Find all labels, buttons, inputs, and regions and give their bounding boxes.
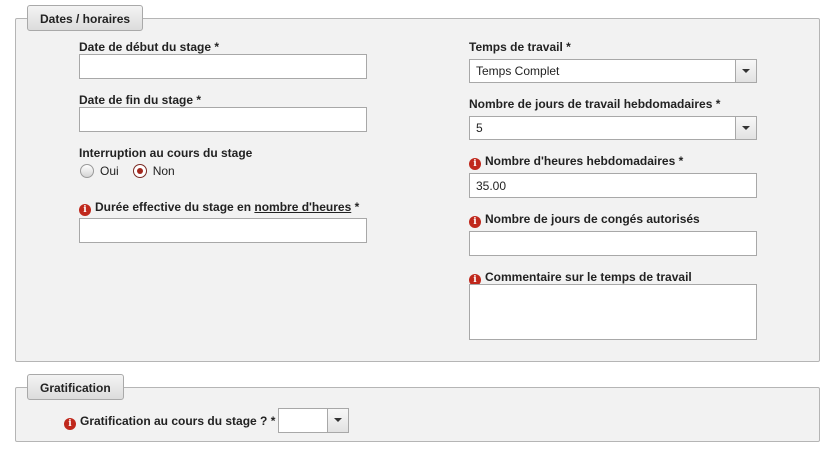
interruption-oui-radio[interactable] bbox=[80, 164, 94, 178]
work-time-dropdown-button[interactable] bbox=[735, 60, 756, 82]
start-date-label: Date de début du stage * bbox=[79, 40, 220, 54]
interruption-non-label[interactable]: Non bbox=[153, 164, 175, 178]
chevron-down-icon bbox=[334, 418, 342, 422]
duration-label-suffix: * bbox=[351, 200, 360, 214]
gratification-question-label-text: Gratification au cours du stage ? * bbox=[80, 414, 276, 428]
work-time-value: Temps Complet bbox=[476, 64, 560, 78]
duration-input[interactable] bbox=[79, 218, 367, 243]
gratification-dropdown-button[interactable] bbox=[327, 409, 348, 432]
weekly-hours-label-text: Nombre d'heures hebdomadaires * bbox=[485, 154, 684, 168]
start-date-input[interactable] bbox=[79, 54, 367, 79]
interruption-radio-group: Oui Non bbox=[80, 164, 189, 178]
weekly-days-value: 5 bbox=[476, 121, 483, 135]
chevron-down-icon bbox=[742, 126, 750, 130]
work-time-comment-textarea[interactable] bbox=[469, 284, 757, 340]
weekly-hours-label: i Nombre d'heures hebdomadaires * bbox=[469, 154, 683, 170]
info-circle-icon: i bbox=[469, 216, 481, 228]
interruption-label: Interruption au cours du stage bbox=[79, 146, 253, 160]
leave-days-label: i Nombre de jours de congés autorisés bbox=[469, 212, 700, 228]
leave-days-label-text: Nombre de jours de congés autorisés bbox=[485, 212, 700, 226]
dates-horaires-legend: Dates / horaires bbox=[27, 5, 144, 31]
gratification-legend: Gratification bbox=[27, 374, 124, 400]
weekly-days-select[interactable]: 5 bbox=[469, 116, 757, 140]
info-circle-icon: i bbox=[79, 204, 91, 216]
info-circle-icon: i bbox=[469, 158, 481, 170]
end-date-input[interactable] bbox=[79, 107, 367, 132]
duration-label: i Durée effective du stage en nombre d'he… bbox=[79, 200, 359, 216]
duration-label-link[interactable]: nombre d'heures bbox=[254, 200, 351, 214]
work-time-label: Temps de travail * bbox=[469, 40, 571, 54]
weekly-days-label: Nombre de jours de travail hebdomadaires… bbox=[469, 97, 721, 111]
chevron-down-icon bbox=[742, 69, 750, 73]
weekly-hours-input[interactable] bbox=[469, 173, 757, 198]
duration-label-prefix: Durée effective du stage en bbox=[95, 200, 255, 214]
leave-days-input[interactable] bbox=[469, 231, 757, 256]
work-time-comment-label-text: Commentaire sur le temps de travail bbox=[485, 270, 692, 284]
interruption-oui-label[interactable]: Oui bbox=[100, 164, 119, 178]
gratification-select[interactable] bbox=[278, 408, 349, 433]
gratification-question-label: i Gratification au cours du stage ? * bbox=[64, 414, 275, 430]
info-circle-icon: i bbox=[64, 418, 76, 430]
weekly-days-dropdown-button[interactable] bbox=[735, 117, 756, 139]
interruption-non-radio[interactable] bbox=[132, 164, 147, 178]
end-date-label: Date de fin du stage * bbox=[79, 93, 202, 107]
work-time-select[interactable]: Temps Complet bbox=[469, 59, 757, 83]
